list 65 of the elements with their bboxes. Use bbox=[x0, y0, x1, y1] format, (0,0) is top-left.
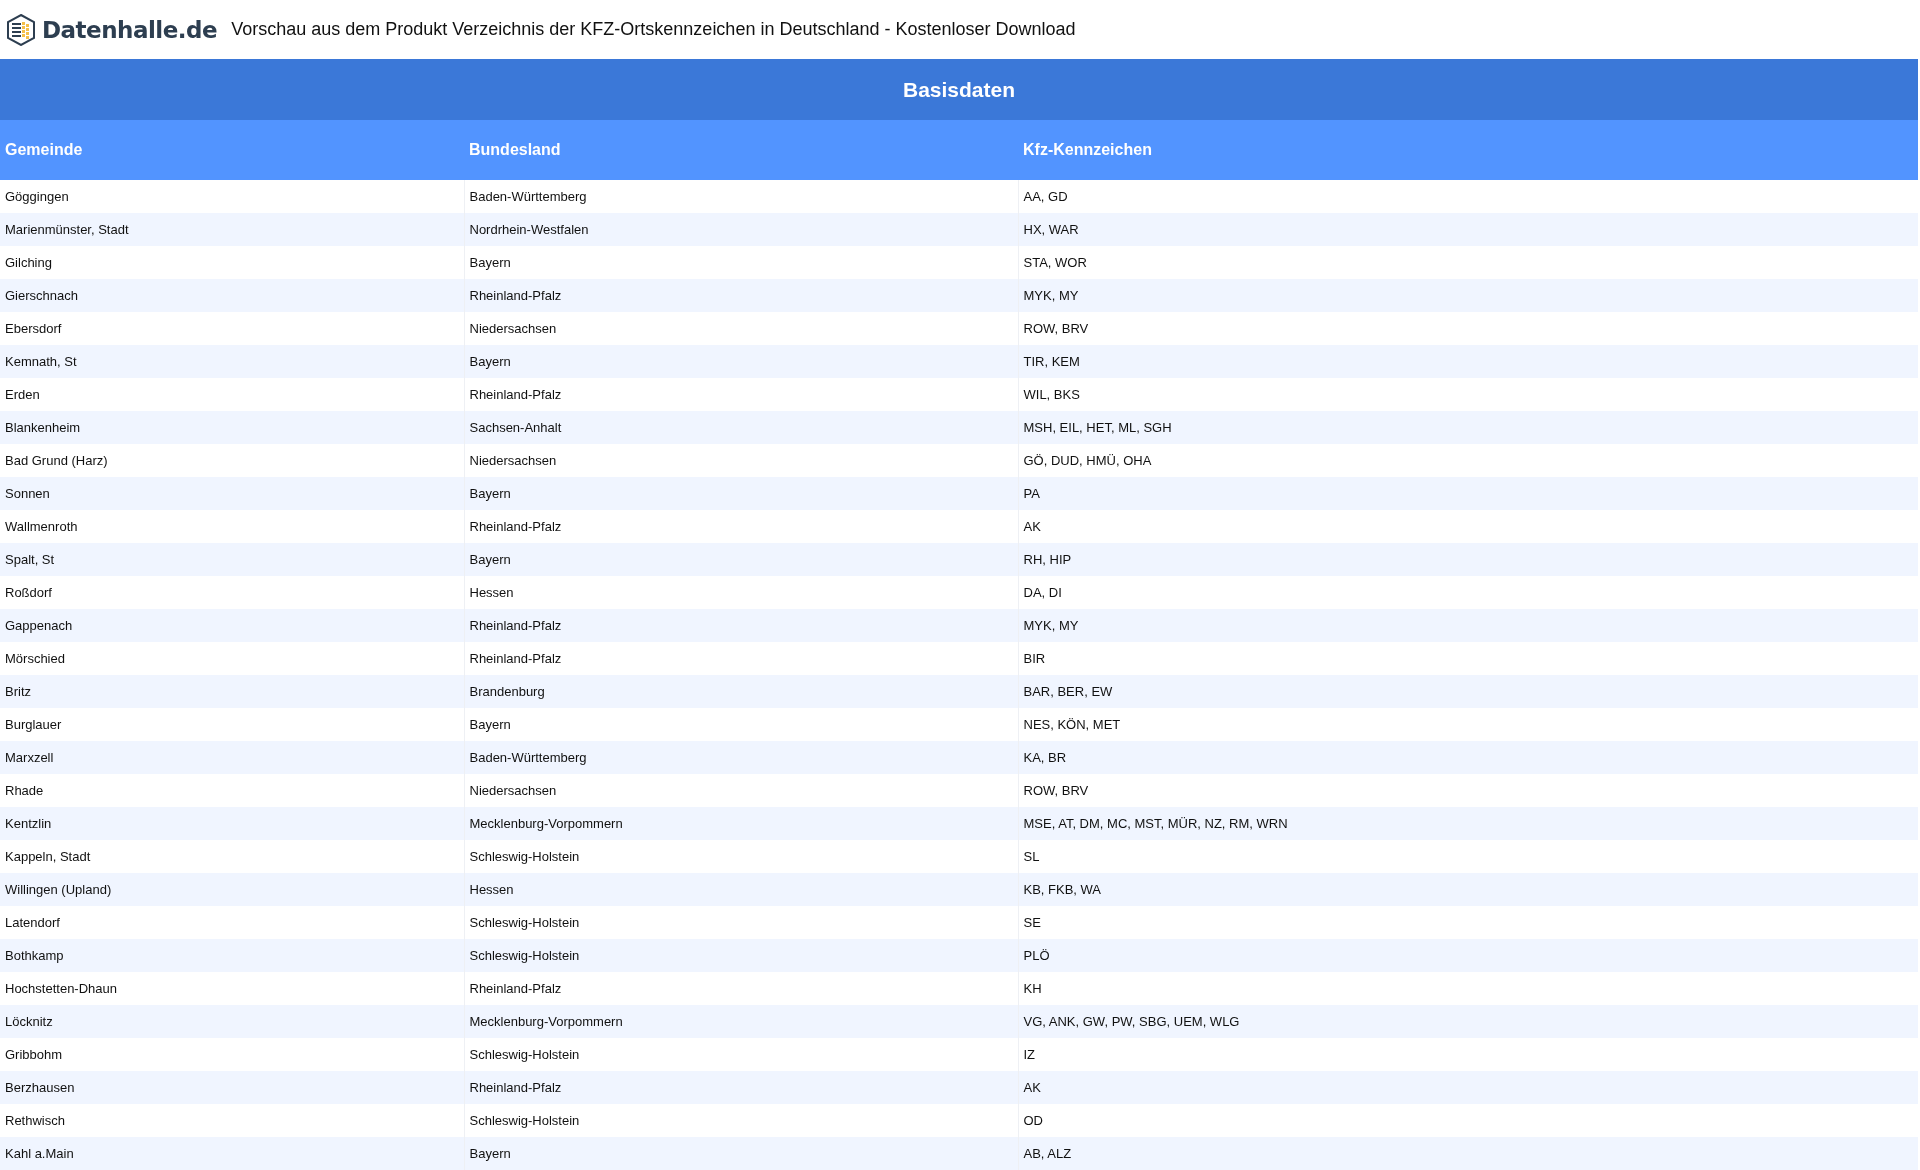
table-cell: Nordrhein-Westfalen bbox=[464, 213, 1018, 246]
column-header: Gemeinde bbox=[0, 120, 464, 180]
table-caption: Basisdaten bbox=[0, 59, 1918, 120]
table-cell: BIR bbox=[1018, 642, 1918, 675]
table-cell: SE bbox=[1018, 906, 1918, 939]
table-cell: PLÖ bbox=[1018, 939, 1918, 972]
table-cell: Rheinland-Pfalz bbox=[464, 609, 1018, 642]
table-cell: AK bbox=[1018, 510, 1918, 543]
table-cell: Rheinland-Pfalz bbox=[464, 1071, 1018, 1104]
table-cell: IZ bbox=[1018, 1038, 1918, 1071]
table-cell: KH bbox=[1018, 972, 1918, 1005]
table-cell: Schleswig-Holstein bbox=[464, 939, 1018, 972]
table-cell: KB, FKB, WA bbox=[1018, 873, 1918, 906]
table-cell: Mecklenburg-Vorpommern bbox=[464, 807, 1018, 840]
table-cell: Mecklenburg-Vorpommern bbox=[464, 1005, 1018, 1038]
table-cell: Bayern bbox=[464, 345, 1018, 378]
table-cell: Brandenburg bbox=[464, 675, 1018, 708]
table-cell: Blankenheim bbox=[0, 411, 464, 444]
table-cell: MSH, EIL, HET, ML, SGH bbox=[1018, 411, 1918, 444]
table-cell: OD bbox=[1018, 1104, 1918, 1137]
table-cell: Bayern bbox=[464, 477, 1018, 510]
table-cell: PA bbox=[1018, 477, 1918, 510]
table-cell: DA, DI bbox=[1018, 576, 1918, 609]
table-cell: Britz bbox=[0, 675, 464, 708]
table-cell: NES, KÖN, MET bbox=[1018, 708, 1918, 741]
table-cell: GÖ, DUD, HMÜ, OHA bbox=[1018, 444, 1918, 477]
column-header: Kfz-Kennzeichen bbox=[1018, 120, 1918, 180]
table-cell: Sachsen-Anhalt bbox=[464, 411, 1018, 444]
logo-icon bbox=[6, 13, 36, 46]
table-cell: AK bbox=[1018, 1071, 1918, 1104]
table-cell: Rheinland-Pfalz bbox=[464, 279, 1018, 312]
table-cell: Sonnen bbox=[0, 477, 464, 510]
table-cell: Spalt, St bbox=[0, 543, 464, 576]
table-cell: Marienmünster, Stadt bbox=[0, 213, 464, 246]
table-cell: Bayern bbox=[464, 543, 1018, 576]
table-cell: Baden-Württemberg bbox=[464, 741, 1018, 774]
table-cell: MSE, AT, DM, MC, MST, MÜR, NZ, RM, WRN bbox=[1018, 807, 1918, 840]
column-header: Bundesland bbox=[464, 120, 1018, 180]
table-cell: Kahl a.Main bbox=[0, 1137, 464, 1170]
table-cell: Gierschnach bbox=[0, 279, 464, 312]
table-cell: Löcknitz bbox=[0, 1005, 464, 1038]
table-cell: Hessen bbox=[464, 873, 1018, 906]
table-cell: Bayern bbox=[464, 1137, 1018, 1170]
table-cell: AB, ALZ bbox=[1018, 1137, 1918, 1170]
table-cell: STA, WOR bbox=[1018, 246, 1918, 279]
logo-text[interactable]: Datenhalle.de bbox=[42, 16, 218, 43]
page-title: Vorschau aus dem Produkt Verzeichnis der KFZ-Ortskennzeichen in Deutschland - Kostenloser Download bbox=[231, 19, 1076, 40]
table-cell: Willingen (Upland) bbox=[0, 873, 464, 906]
table-cell: TIR, KEM bbox=[1018, 345, 1918, 378]
table-cell: ROW, BRV bbox=[1018, 774, 1918, 807]
table-cell: Berzhausen bbox=[0, 1071, 464, 1104]
table-cell: Gappenach bbox=[0, 609, 464, 642]
table-cell: MYK, MY bbox=[1018, 609, 1918, 642]
table-cell: SL bbox=[1018, 840, 1918, 873]
table-cell: ROW, BRV bbox=[1018, 312, 1918, 345]
table-cell: WIL, BKS bbox=[1018, 378, 1918, 411]
table-cell: Marxzell bbox=[0, 741, 464, 774]
table-cell: VG, ANK, GW, PW, SBG, UEM, WLG bbox=[1018, 1005, 1918, 1038]
table-cell: AA, GD bbox=[1018, 180, 1918, 213]
table-cell: Kentzlin bbox=[0, 807, 464, 840]
table-cell: RH, HIP bbox=[1018, 543, 1918, 576]
table-cell: Kemnath, St bbox=[0, 345, 464, 378]
table-cell: KA, BR bbox=[1018, 741, 1918, 774]
table-cell: Bothkamp bbox=[0, 939, 464, 972]
table-cell: BAR, BER, EW bbox=[1018, 675, 1918, 708]
